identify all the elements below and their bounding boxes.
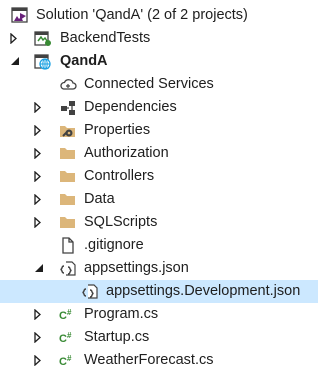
item-label: Program.cs (84, 306, 159, 322)
tree-row-solution[interactable]: Solution 'QandA' (2 of 2 projects) (0, 4, 318, 27)
test-project-icon (34, 30, 52, 47)
expand-arrow-icon[interactable] (34, 142, 46, 165)
collapse-arrow-icon[interactable] (34, 257, 46, 280)
tree-row-controllers[interactable]: Controllers (0, 165, 318, 188)
expand-arrow-icon[interactable] (34, 119, 46, 142)
folder-icon (59, 191, 77, 208)
csharp-icon: C # (59, 329, 77, 346)
tree-row-qanda[interactable]: QandA (0, 50, 318, 73)
folder-icon (59, 145, 77, 162)
tree-row-weatherforecast-cs[interactable]: C # WeatherForecast.cs (0, 349, 318, 372)
tree-row-data[interactable]: Data (0, 188, 318, 211)
tree-row-sqlscripts[interactable]: SQLScripts (0, 211, 318, 234)
svg-text:C: C (59, 333, 67, 345)
svg-text:#: # (67, 331, 72, 340)
json-icon (81, 283, 99, 300)
item-label: SQLScripts (84, 214, 158, 230)
csharp-icon: C # (59, 306, 77, 323)
item-label: appsettings.Development.json (106, 283, 301, 299)
item-label: WeatherForecast.cs (84, 352, 214, 368)
expand-arrow-icon[interactable] (10, 27, 22, 50)
project-label: QandA (60, 53, 108, 69)
svg-text:C: C (59, 356, 67, 368)
solution-label: Solution 'QandA' (2 of 2 projects) (36, 7, 248, 23)
item-label: Dependencies (84, 99, 177, 115)
collapse-arrow-icon[interactable] (10, 50, 22, 73)
tree-row-startup-cs[interactable]: C # Startup.cs (0, 326, 318, 349)
file-icon (59, 237, 77, 254)
tree-row-dependencies[interactable]: Dependencies (0, 96, 318, 119)
item-label: Controllers (84, 168, 155, 184)
expand-arrow-icon[interactable] (34, 165, 46, 188)
svg-text:C: C (59, 310, 67, 322)
svg-text:#: # (67, 308, 72, 317)
item-label: appsettings.json (84, 260, 189, 276)
expand-arrow-icon[interactable] (34, 188, 46, 211)
solution-icon (11, 7, 29, 24)
item-label: Connected Services (84, 76, 214, 92)
properties-icon (59, 122, 77, 139)
tree-row-appsettings-development[interactable]: appsettings.Development.json (0, 280, 318, 303)
tree-row-appsettings[interactable]: appsettings.json (0, 257, 318, 280)
tree-row-program-cs[interactable]: C # Program.cs (0, 303, 318, 326)
item-label: .gitignore (84, 237, 144, 253)
folder-icon (59, 214, 77, 231)
expand-arrow-icon[interactable] (34, 326, 46, 349)
web-project-icon (34, 53, 52, 70)
item-label: Authorization (84, 145, 169, 161)
tree-row-connected-services[interactable]: Connected Services (0, 73, 318, 96)
solution-explorer-tree: Solution 'QandA' (2 of 2 projects) Backe… (0, 0, 318, 376)
tree-row-backendtests[interactable]: BackendTests (0, 27, 318, 50)
expand-arrow-icon[interactable] (34, 96, 46, 119)
project-label: BackendTests (60, 30, 151, 46)
tree-row-properties[interactable]: Properties (0, 119, 318, 142)
dependencies-icon (59, 99, 77, 116)
item-label: Startup.cs (84, 329, 150, 345)
item-label: Properties (84, 122, 151, 138)
tree-row-gitignore[interactable]: .gitignore (0, 234, 318, 257)
svg-text:#: # (67, 354, 72, 363)
item-label: Data (84, 191, 115, 207)
csharp-icon: C # (59, 352, 77, 369)
expand-arrow-icon[interactable] (34, 211, 46, 234)
expand-arrow-icon[interactable] (34, 303, 46, 326)
folder-icon (59, 168, 77, 185)
cloud-icon (59, 76, 77, 93)
tree-row-authorization[interactable]: Authorization (0, 142, 318, 165)
json-icon (59, 260, 77, 277)
expand-arrow-icon[interactable] (34, 349, 46, 372)
